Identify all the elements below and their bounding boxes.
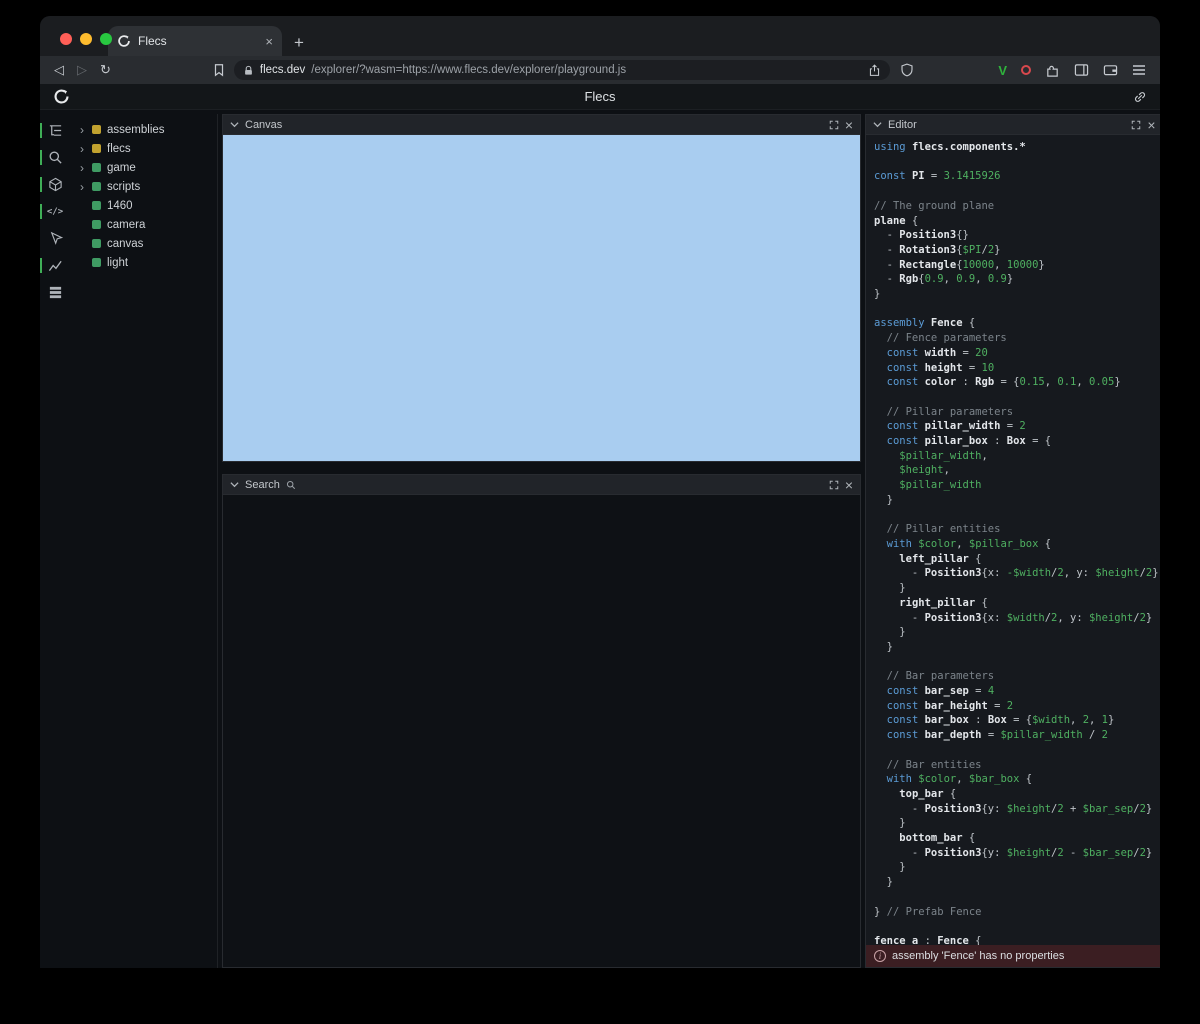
tree-item[interactable]: › assemblies — [70, 120, 217, 139]
browser-window: Flecs × + ◁ ▷ ↻ flecs.dev/explorer/?wasm… — [40, 16, 1160, 968]
queries-panel-icon[interactable] — [40, 284, 70, 301]
flecs-favicon — [117, 34, 131, 48]
bookmark-icon[interactable] — [212, 63, 226, 77]
screen: Flecs × + ◁ ▷ ↻ flecs.dev/explorer/?wasm… — [0, 0, 1200, 1024]
entity-color-square — [92, 201, 101, 210]
tree-item-label: scripts — [107, 181, 140, 193]
chevron-down-icon[interactable] — [230, 121, 239, 128]
tree-item[interactable]: › flecs — [70, 139, 217, 158]
canvas-panel: Canvas × — [222, 114, 861, 462]
tree-item[interactable]: › 1460 — [70, 196, 217, 215]
panel-icon-strip: </> — [40, 114, 70, 968]
tree-item[interactable]: › game — [70, 158, 217, 177]
inspect-panel-icon[interactable] — [40, 230, 70, 247]
minimize-window-button[interactable] — [80, 33, 92, 45]
code-editor[interactable]: using flecs.components.* const PI = 3.14… — [866, 135, 1160, 945]
center-column: Canvas × Search — [222, 114, 861, 968]
tree-item[interactable]: › camera — [70, 215, 217, 234]
canvas-panel-icon[interactable] — [40, 176, 70, 193]
stats-panel-icon[interactable] — [40, 257, 70, 274]
canvas-panel-title: Canvas — [245, 119, 282, 131]
tree-item[interactable]: › canvas — [70, 234, 217, 253]
url-path: /explorer/?wasm=https://www.flecs.dev/ex… — [311, 64, 862, 76]
search-panel: Search × — [222, 474, 861, 968]
reload-button[interactable]: ↻ — [100, 62, 111, 78]
flecs-explorer-page: Flecs </> — [40, 84, 1160, 968]
tree-item-label: camera — [107, 219, 145, 231]
lock-icon — [243, 65, 254, 76]
tree-panel-icon[interactable] — [40, 122, 70, 139]
canvas-panel-header: Canvas × — [223, 115, 860, 135]
close-icon[interactable]: × — [845, 479, 853, 491]
error-message-bar: i assembly 'Fence' has no properties — [866, 945, 1160, 967]
entity-tree: › assemblies › flecs › game › scripts › … — [70, 114, 218, 968]
close-icon[interactable]: × — [1147, 119, 1155, 131]
tab-close-icon[interactable]: × — [265, 34, 273, 49]
chevron-down-icon[interactable] — [873, 121, 882, 128]
browser-toolbar: ◁ ▷ ↻ flecs.dev/explorer/?wasm=https://w… — [40, 56, 1160, 84]
info-icon: i — [874, 950, 886, 962]
entity-color-square — [92, 258, 101, 267]
extension-icons: V — [998, 63, 1146, 78]
wallet-icon[interactable] — [1103, 63, 1118, 77]
close-window-button[interactable] — [60, 33, 72, 45]
tree-item-label: light — [107, 257, 128, 269]
tree-item-label: 1460 — [107, 200, 133, 212]
extension-v-icon[interactable]: V — [998, 63, 1007, 78]
editor-panel-icon[interactable]: </> — [40, 203, 70, 220]
share-icon[interactable] — [868, 64, 881, 77]
search-panel-title: Search — [245, 479, 280, 491]
error-message-text: assembly 'Fence' has no properties — [892, 950, 1064, 962]
chevron-right-icon[interactable]: › — [80, 163, 90, 173]
editor-column: Editor × using flecs.components.* const … — [865, 114, 1155, 968]
entity-color-square — [92, 239, 101, 248]
expand-icon[interactable] — [829, 480, 839, 490]
back-button[interactable]: ◁ — [54, 62, 64, 78]
entity-color-square — [92, 182, 101, 191]
tree-item[interactable]: › scripts — [70, 177, 217, 196]
sidebar-toggle-icon[interactable] — [1074, 63, 1089, 77]
chevron-right-icon[interactable]: › — [80, 125, 90, 135]
search-panel-header: Search × — [223, 475, 860, 495]
tree-item-label: flecs — [107, 143, 131, 155]
editor-panel: Editor × using flecs.components.* const … — [865, 114, 1160, 968]
entity-color-square — [92, 144, 101, 153]
new-tab-button[interactable]: + — [294, 34, 304, 51]
tree-item-label: assemblies — [107, 124, 165, 136]
chevron-right-icon[interactable]: › — [80, 144, 90, 154]
shield-icon[interactable] — [900, 63, 914, 77]
search-icon — [286, 480, 296, 490]
entity-color-square — [92, 125, 101, 134]
expand-icon[interactable] — [829, 120, 839, 130]
tab-title: Flecs — [138, 34, 258, 48]
app-header: Flecs — [40, 84, 1160, 110]
tree-item[interactable]: › light — [70, 253, 217, 272]
entity-color-square — [92, 220, 101, 229]
address-bar[interactable]: flecs.dev/explorer/?wasm=https://www.fle… — [234, 60, 890, 80]
menu-icon[interactable] — [1132, 64, 1146, 76]
window-controls — [60, 33, 112, 45]
search-panel-icon[interactable] — [40, 149, 70, 166]
forward-button[interactable]: ▷ — [77, 62, 87, 78]
editor-panel-header: Editor × — [866, 115, 1160, 135]
url-domain: flecs.dev — [260, 64, 305, 76]
browser-tab-strip: Flecs × + — [40, 16, 1160, 56]
tree-item-label: canvas — [107, 238, 143, 250]
tree-item-label: game — [107, 162, 136, 174]
editor-panel-title: Editor — [888, 119, 917, 131]
chevron-right-icon[interactable]: › — [80, 182, 90, 192]
expand-icon[interactable] — [1131, 120, 1141, 130]
search-results-area[interactable] — [223, 495, 860, 967]
zoom-window-button[interactable] — [100, 33, 112, 45]
canvas-viewport[interactable] — [223, 135, 860, 461]
close-icon[interactable]: × — [845, 119, 853, 131]
browser-tab[interactable]: Flecs × — [108, 26, 282, 56]
puzzle-icon[interactable] — [1045, 63, 1060, 78]
main-content: </> › assemblies › flecs — [40, 110, 1160, 968]
entity-color-square — [92, 163, 101, 172]
page-title: Flecs — [40, 89, 1160, 104]
chevron-down-icon[interactable] — [230, 481, 239, 488]
extension-ring-icon[interactable] — [1021, 65, 1031, 75]
